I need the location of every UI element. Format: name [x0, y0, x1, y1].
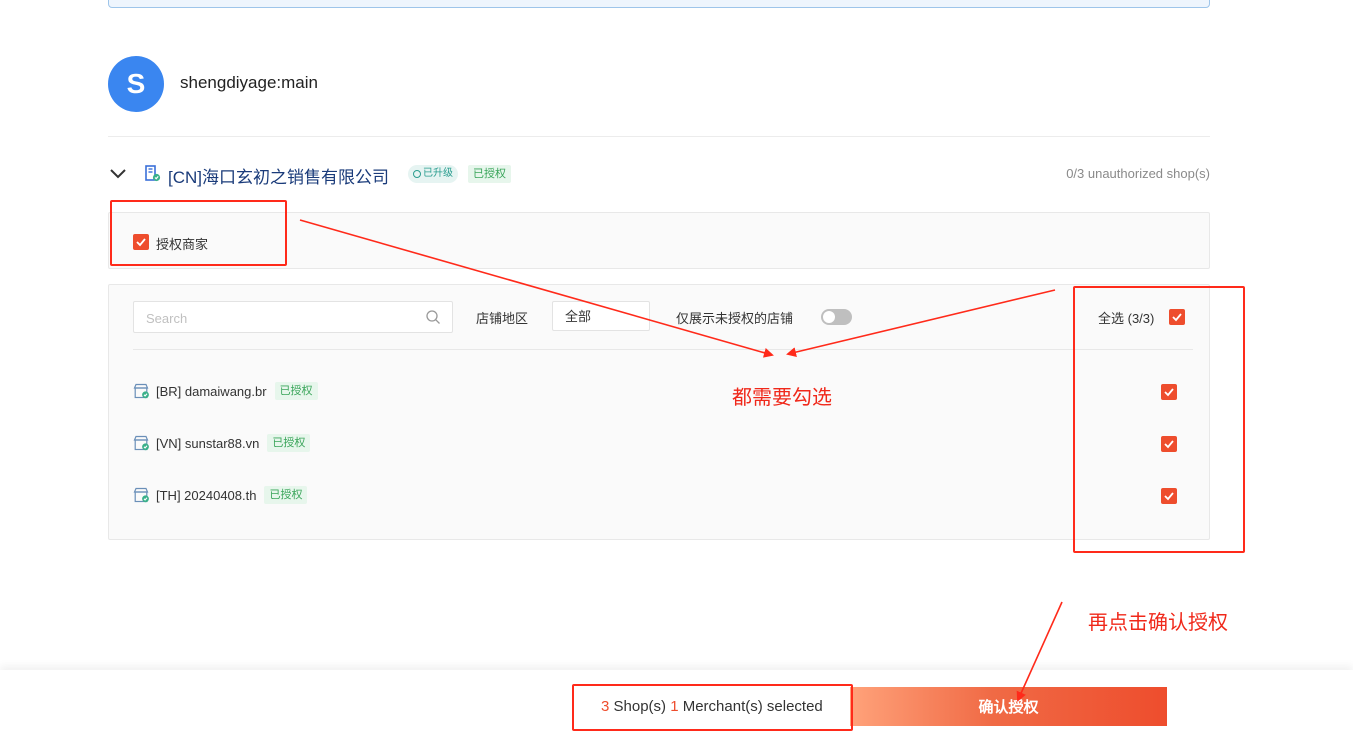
arrow-to-checkbox [299, 219, 774, 358]
annotation-arrows [299, 219, 1063, 702]
arrow-to-confirm [1016, 601, 1063, 702]
arrow-from-select-all [786, 289, 1056, 357]
